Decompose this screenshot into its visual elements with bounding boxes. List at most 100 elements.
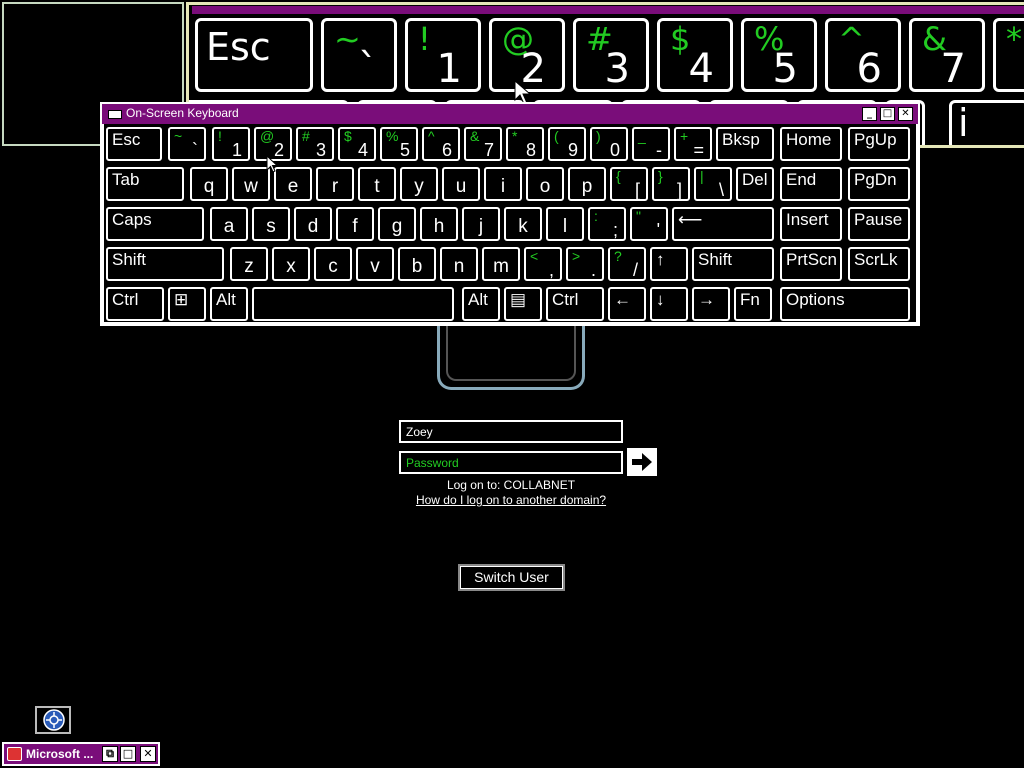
osk-key-prtscn[interactable]: PrtScn [780,247,842,281]
osk-key-home[interactable]: Home [780,127,842,161]
magnifier-key-base: 4 [688,46,714,92]
osk-key-h[interactable]: h [420,207,458,241]
osk-key-c[interactable]: c [314,247,352,281]
magnifier-key: i [949,100,1024,145]
osk-key-symbol[interactable]: → [692,287,730,321]
osk-key-k[interactable]: k [504,207,542,241]
osk-key-symbol[interactable]: ⟵ [672,207,774,241]
osk-key-v[interactable]: v [356,247,394,281]
osk-title-bar[interactable]: On-Screen Keyboard _ □ ✕ [102,104,918,124]
osk-key-symbol[interactable]: & 7 [464,127,502,161]
restore-button[interactable]: ⧉ [102,746,118,762]
osk-key-space[interactable] [252,287,454,321]
osk-key-symbol[interactable]: }] [652,167,690,201]
osk-key-symbol[interactable]: ? / [608,247,646,281]
osk-key-symbol[interactable]: {[ [610,167,648,201]
osk-key-pgdn[interactable]: PgDn [848,167,910,201]
osk-key-d[interactable]: d [294,207,332,241]
osk-key-symbol[interactable]: ▤ [504,287,542,321]
osk-key-symbol[interactable]: ↑ [650,247,688,281]
osk-key-label: ↑ [656,250,665,269]
osk-key-z[interactable]: z [230,247,268,281]
password-field[interactable]: Password [399,451,623,474]
magnifier-key: ~ ` [321,18,397,92]
magnifier-key: #3 [573,18,649,92]
osk-key-symbol[interactable]: ) 0 [590,127,628,161]
osk-key-l[interactable]: l [546,207,584,241]
osk-key-symbol[interactable]: :; [588,207,626,241]
osk-key-f[interactable]: f [336,207,374,241]
osk-key-b[interactable]: b [398,247,436,281]
osk-key-t[interactable]: t [358,167,396,201]
osk-key-q[interactable]: q [190,167,228,201]
osk-key-alt[interactable]: Alt [462,287,500,321]
osk-key-r[interactable]: r [316,167,354,201]
osk-key-symbol[interactable]: #3 [296,127,334,161]
osk-key-o[interactable]: o [526,167,564,201]
maximize-button[interactable]: □ [120,746,136,762]
osk-key-end[interactable]: End [780,167,842,201]
osk-key-symbol[interactable]: (9 [548,127,586,161]
on-screen-keyboard-window[interactable]: On-Screen Keyboard _ □ ✕ Esc ~ `! 1 @2 #3 $4% 5… [100,102,920,326]
osk-key-x[interactable]: x [272,247,310,281]
osk-key-symbol[interactable]: ⊞ [168,287,206,321]
osk-key-alt[interactable]: Alt [210,287,248,321]
osk-key-symbol[interactable]: * 8 [506,127,544,161]
minimize-button[interactable]: _ [862,107,877,121]
app-icon [7,747,22,761]
osk-key-m[interactable]: m [482,247,520,281]
osk-key-w[interactable]: w [232,167,270,201]
osk-key-symbol[interactable]: <, [524,247,562,281]
osk-key-del[interactable]: Del [736,167,774,201]
logon-submit-button[interactable] [627,448,657,476]
osk-key-label: v [370,256,380,277]
osk-key-u[interactable]: u [442,167,480,201]
osk-key-symbol[interactable]: ↓ [650,287,688,321]
osk-key-i[interactable]: i [484,167,522,201]
magnifier-key: Esc [195,18,313,92]
ease-of-access-button[interactable] [35,706,71,734]
osk-key-symbol[interactable]: | \ [694,167,732,201]
switch-user-button[interactable]: Switch User [458,564,565,591]
maximize-button[interactable]: □ [880,107,895,121]
osk-key-options[interactable]: Options [780,287,910,321]
osk-key-y[interactable]: y [400,167,438,201]
osk-key-symbol[interactable]: % 5 [380,127,418,161]
osk-key-symbol[interactable]: ! 1 [212,127,250,161]
osk-key-esc[interactable]: Esc [106,127,162,161]
osk-key-g[interactable]: g [378,207,416,241]
osk-key-symbol[interactable]: ~ ` [168,127,206,161]
osk-key-shift-label: < [530,248,539,264]
osk-key-caps[interactable]: Caps [106,207,204,241]
osk-key-pgup[interactable]: PgUp [848,127,910,161]
osk-key-fn[interactable]: Fn [734,287,772,321]
osk-key-insert[interactable]: Insert [780,207,842,241]
osk-key-label: PrtScn [786,250,838,269]
osk-key-scrlk[interactable]: ScrLk [848,247,910,281]
osk-key-shift[interactable]: Shift [106,247,224,281]
osk-key-symbol[interactable]: $4 [338,127,376,161]
another-domain-link[interactable]: How do I log on to another domain? [399,493,623,507]
osk-key-symbol[interactable]: ← [608,287,646,321]
osk-key-ctrl[interactable]: Ctrl [546,287,604,321]
osk-key-tab[interactable]: Tab [106,167,184,201]
osk-key-symbol[interactable]: " ' [630,207,668,241]
osk-key-shift[interactable]: Shift [692,247,774,281]
osk-key-symbol[interactable]: _ - [632,127,670,161]
osk-key-symbol[interactable]: >. [566,247,604,281]
osk-key-n[interactable]: n [440,247,478,281]
osk-key-s[interactable]: s [252,207,290,241]
close-button[interactable]: ✕ [140,746,156,762]
osk-key-j[interactable]: j [462,207,500,241]
username-field[interactable]: Zoey [399,420,623,443]
osk-key-pause[interactable]: Pause [848,207,910,241]
osk-key-a[interactable]: a [210,207,248,241]
osk-key-ctrl[interactable]: Ctrl [106,287,164,321]
osk-key-bksp[interactable]: Bksp [716,127,774,161]
osk-key-symbol[interactable]: + = [674,127,712,161]
osk-key-symbol[interactable]: ^ 6 [422,127,460,161]
close-button[interactable]: ✕ [898,107,913,121]
taskbar-minimized-window[interactable]: Microsoft ... ⧉ □ ✕ [2,742,160,766]
magnifier-key: ! 1 [405,18,481,92]
osk-key-p[interactable]: p [568,167,606,201]
